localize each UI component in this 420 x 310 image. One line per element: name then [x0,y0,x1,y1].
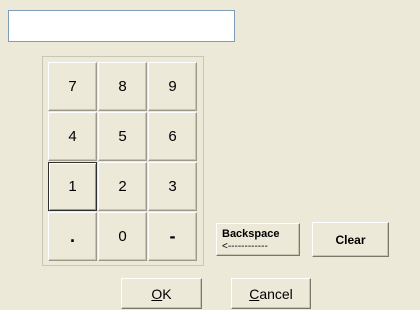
key-decimal[interactable]: . [48,212,97,261]
ok-label-rest: K [162,285,172,302]
backspace-button[interactable]: Backspace <------------ [216,223,300,256]
backspace-label: Backspace [222,227,280,240]
key-9[interactable]: 9 [148,62,197,111]
ok-mnemonic: O [151,285,163,302]
key-7[interactable]: 7 [48,62,97,111]
cancel-mnemonic: C [249,285,260,302]
key-minus[interactable]: - [148,212,197,261]
cancel-button[interactable]: Cancel [231,278,311,309]
key-3[interactable]: 3 [148,162,197,211]
key-8[interactable]: 8 [98,62,147,111]
key-0[interactable]: 0 [98,212,147,261]
key-2[interactable]: 2 [98,162,147,211]
ok-button[interactable]: OK [121,278,202,309]
cancel-label-rest: ancel [259,285,293,302]
key-6[interactable]: 6 [148,112,197,161]
key-1[interactable]: 1 [48,162,97,211]
key-5[interactable]: 5 [98,112,147,161]
number-entry-field[interactable] [8,10,235,42]
backspace-arrow-icon: <------------ [222,240,268,252]
clear-button[interactable]: Clear [312,222,389,257]
key-4[interactable]: 4 [48,112,97,161]
